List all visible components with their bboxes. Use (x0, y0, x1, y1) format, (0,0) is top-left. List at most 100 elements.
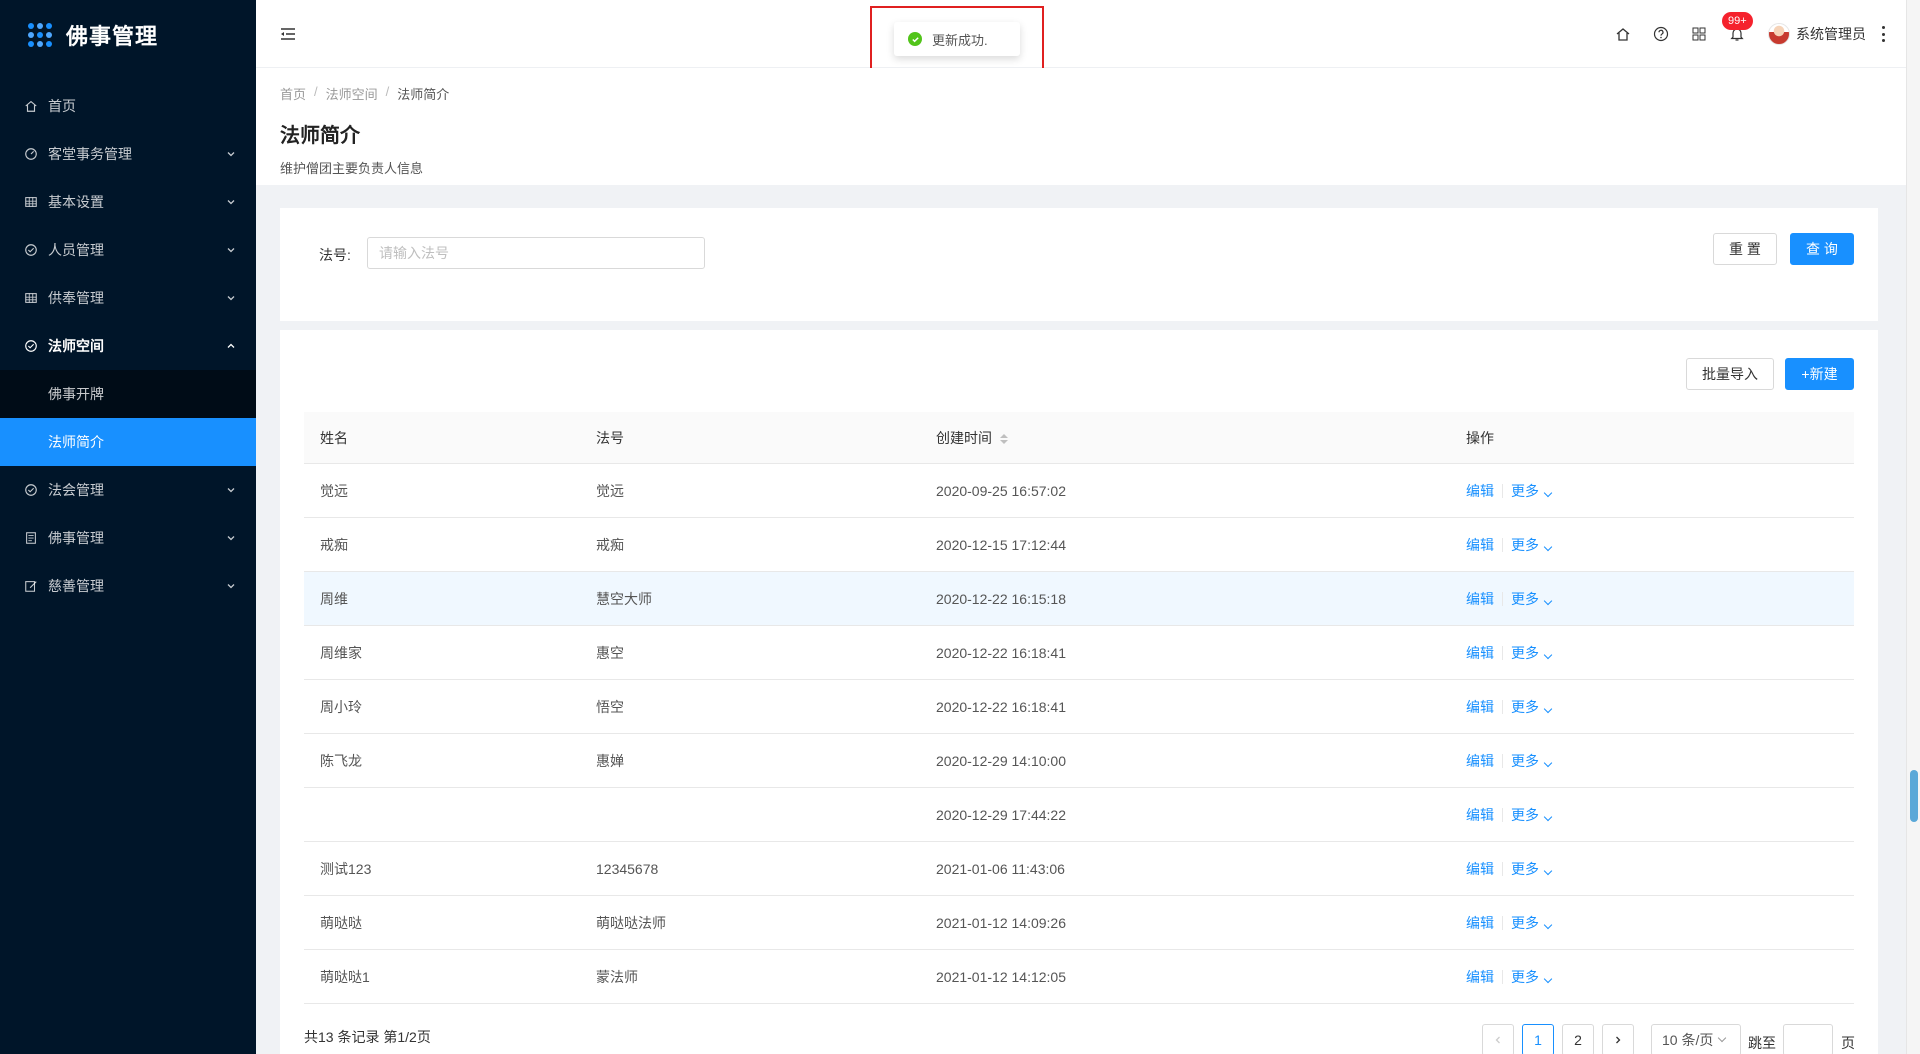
column-header-name: 姓名 (320, 429, 348, 446)
bell-icon[interactable]: 99+ (1722, 12, 1753, 43)
table-row: 戒痴 戒痴 2020-12-15 17:12:44 编辑 更多 (304, 518, 1854, 572)
sidebar-item-5[interactable]: 供奉管理 (0, 274, 256, 322)
action-divider (1502, 699, 1503, 714)
more-dropdown[interactable]: 更多 (1511, 913, 1553, 933)
user-name[interactable]: 系统管理员 (1796, 24, 1866, 44)
chevron-left-icon (1495, 1036, 1500, 1044)
cell-created-time: 2020-12-22 16:18:41 (936, 644, 1066, 661)
apps-grid-icon (28, 23, 52, 47)
sidebar-subitem-2[interactable]: 法师简介 (0, 418, 256, 466)
action-divider (1502, 537, 1503, 552)
pagination-summary: 共13 条记录 第1/2页 (304, 1029, 431, 1045)
edit-link[interactable]: 编辑 (1466, 859, 1494, 879)
app-logo[interactable]: 佛事管理 (0, 0, 256, 70)
jump-page-input[interactable] (1783, 1024, 1833, 1054)
more-dropdown[interactable]: 更多 (1511, 643, 1553, 663)
more-dropdown[interactable]: 更多 (1511, 535, 1553, 555)
prev-page-button[interactable] (1482, 1024, 1514, 1054)
chevron-down-icon (226, 293, 236, 303)
help-icon[interactable] (1652, 25, 1670, 43)
page-header: 首页 / 法师空间 / 法师简介 法师简介 维护僧团主要负责人信息 (256, 68, 1906, 185)
cell-dharma-name: 慧空大师 (596, 590, 652, 607)
more-dropdown[interactable]: 更多 (1511, 967, 1553, 987)
next-page-button[interactable] (1602, 1024, 1634, 1054)
sidebar-subitem-1[interactable]: 佛事开牌 (0, 370, 256, 418)
table-row: 觉远 觉远 2020-09-25 16:57:02 编辑 更多 (304, 464, 1854, 518)
action-divider (1502, 915, 1503, 930)
edit-link[interactable]: 编辑 (1466, 967, 1494, 987)
scrollbar-thumb[interactable] (1910, 770, 1918, 822)
cell-name: 周维家 (320, 644, 362, 661)
more-dropdown[interactable]: 更多 (1511, 481, 1553, 501)
edit-link[interactable]: 编辑 (1466, 913, 1494, 933)
chevron-down-icon (1543, 596, 1553, 605)
cell-dharma-name: 戒痴 (596, 536, 624, 553)
edit-link[interactable]: 编辑 (1466, 589, 1494, 609)
edit-link[interactable]: 编辑 (1466, 535, 1494, 555)
menu-fold-icon[interactable] (278, 24, 298, 44)
cell-created-time: 2021-01-12 14:12:05 (936, 968, 1066, 985)
page-1-button[interactable]: 1 (1522, 1024, 1554, 1054)
column-header-created-time[interactable]: 创建时间 (920, 428, 1450, 448)
action-divider (1502, 969, 1503, 984)
sidebar-item-3[interactable]: 基本设置 (0, 178, 256, 226)
edit-link[interactable]: 编辑 (1466, 481, 1494, 501)
cell-created-time: 2020-12-29 17:44:22 (936, 806, 1066, 823)
edit-link[interactable]: 编辑 (1466, 805, 1494, 825)
more-dropdown[interactable]: 更多 (1511, 805, 1553, 825)
column-header-actions: 操作 (1466, 429, 1494, 446)
avatar[interactable] (1768, 23, 1790, 45)
more-vertical-icon[interactable] (1880, 26, 1886, 42)
toast-message: 更新成功. (932, 32, 988, 48)
sidebar-item-7[interactable]: 法会管理 (0, 466, 256, 514)
cell-name: 测试123 (320, 860, 372, 877)
chevron-down-icon (1543, 812, 1553, 821)
chevron-down-icon (226, 581, 236, 591)
sidebar-item-label: 客堂事务管理 (48, 146, 132, 162)
page-size-select[interactable]: 10 条/页 (1651, 1024, 1741, 1054)
sidebar-item-6[interactable]: 法师空间 (0, 322, 256, 370)
new-button[interactable]: +新建 (1785, 358, 1854, 390)
form-icon (24, 531, 38, 545)
chevron-down-icon (1543, 866, 1553, 875)
edit-link[interactable]: 编辑 (1466, 697, 1494, 717)
sidebar-item-9[interactable]: 慈善管理 (0, 562, 256, 610)
sidebar-item-8[interactable]: 佛事管理 (0, 514, 256, 562)
cell-actions: 编辑 更多 (1450, 481, 1854, 501)
sidebar-item-4[interactable]: 人员管理 (0, 226, 256, 274)
table-row: 周维 慧空大师 2020-12-22 16:15:18 编辑 更多 (304, 572, 1854, 626)
cell-actions: 编辑 更多 (1450, 643, 1854, 663)
cell-dharma-name: 惠空 (596, 644, 624, 661)
sidebar-item-label: 法师空间 (48, 338, 104, 354)
more-dropdown[interactable]: 更多 (1511, 589, 1553, 609)
page-scrollbar[interactable] (1906, 0, 1920, 1054)
sidebar-item-2[interactable]: 客堂事务管理 (0, 130, 256, 178)
cell-created-time: 2020-12-15 17:12:44 (936, 536, 1066, 553)
cell-name: 戒痴 (320, 536, 348, 553)
edit-link[interactable]: 编辑 (1466, 643, 1494, 663)
reset-button[interactable]: 重 置 (1713, 233, 1777, 265)
dharma-name-input[interactable] (367, 237, 705, 269)
cell-actions: 编辑 更多 (1450, 697, 1854, 717)
sidebar-item-1[interactable]: 首页 (0, 82, 256, 130)
more-dropdown[interactable]: 更多 (1511, 859, 1553, 879)
more-dropdown[interactable]: 更多 (1511, 697, 1553, 717)
cell-name: 周小玲 (320, 698, 362, 715)
query-button[interactable]: 查 询 (1790, 233, 1854, 265)
batch-import-button[interactable]: 批量导入 (1686, 358, 1774, 390)
sort-icon[interactable] (1000, 433, 1008, 444)
page-size-value: 10 条/页 (1662, 1032, 1714, 1048)
page-2-button[interactable]: 2 (1562, 1024, 1594, 1054)
cell-dharma-name: 蒙法师 (596, 968, 638, 985)
table-row: 周小玲 悟空 2020-12-22 16:18:41 编辑 更多 (304, 680, 1854, 734)
more-dropdown[interactable]: 更多 (1511, 751, 1553, 771)
breadcrumb-home[interactable]: 首页 (280, 84, 306, 103)
layout-icon[interactable] (1690, 25, 1708, 43)
chevron-down-icon (1543, 758, 1553, 767)
edit-link[interactable]: 编辑 (1466, 751, 1494, 771)
chevron-down-icon (1543, 974, 1553, 983)
breadcrumb-section[interactable]: 法师空间 (326, 84, 378, 103)
home-icon[interactable] (1614, 25, 1632, 43)
table-row: 萌哒哒1 蒙法师 2021-01-12 14:12:05 编辑 更多 (304, 950, 1854, 1004)
check-circle-icon (908, 32, 922, 46)
